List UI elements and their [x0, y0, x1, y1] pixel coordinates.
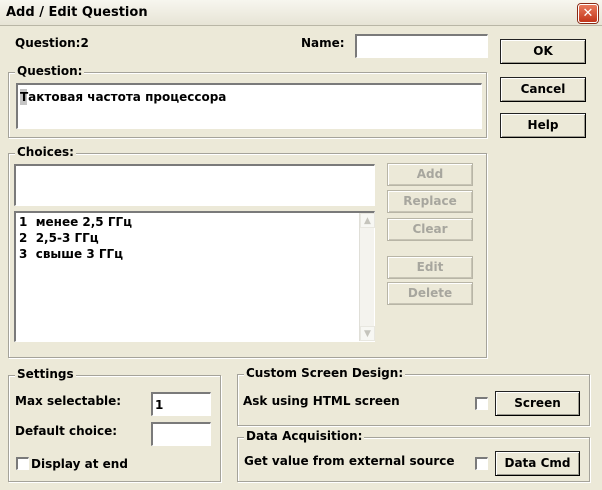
replace-button[interactable]: Replace	[387, 190, 473, 213]
list-item[interactable]: 3 свыше 3 ГГц	[19, 247, 123, 261]
question-number-label: Question:2	[15, 36, 89, 50]
choices-listbox[interactable]: 1 менее 2,5 ГГц 2 2,5-3 ГГц 3 свыше 3 ГГ…	[14, 211, 375, 342]
settings-legend: Settings	[15, 367, 76, 381]
custom-screen-legend: Custom Screen Design:	[244, 366, 406, 380]
data-acquisition-legend: Data Acquisition:	[244, 429, 365, 443]
question-textarea[interactable]: Тактовая частота процессора	[16, 83, 482, 129]
data-cmd-button[interactable]: Data Cmd	[495, 451, 580, 476]
list-item[interactable]: 1 менее 2,5 ГГц	[19, 215, 132, 229]
close-icon: ✕	[582, 6, 594, 21]
title-bar: Add / Edit Question ✕	[0, 0, 602, 26]
help-button[interactable]: Help	[500, 113, 586, 138]
close-button[interactable]: ✕	[578, 4, 598, 23]
choice-input[interactable]	[14, 164, 375, 206]
ask-html-label: Ask using HTML screen	[243, 394, 400, 408]
listbox-scrollbar[interactable]: ▲ ▼	[359, 213, 375, 341]
cancel-button[interactable]: Cancel	[500, 77, 586, 102]
max-selectable-label: Max selectable:	[15, 394, 122, 408]
external-source-label: Get value from external source	[244, 454, 455, 468]
default-choice-label: Default choice:	[15, 424, 118, 438]
list-item[interactable]: 2 2,5-3 ГГц	[19, 231, 99, 245]
choices-legend: Choices:	[15, 145, 76, 159]
delete-button[interactable]: Delete	[387, 282, 473, 305]
display-at-end-label: Display at end	[31, 457, 128, 471]
add-button[interactable]: Add	[387, 163, 473, 186]
screen-button[interactable]: Screen	[495, 391, 580, 416]
clear-button[interactable]: Clear	[387, 218, 473, 241]
edit-button[interactable]: Edit	[387, 256, 473, 279]
default-choice-input[interactable]	[151, 422, 211, 446]
display-at-end-checkbox[interactable]	[16, 457, 29, 470]
max-selectable-input[interactable]	[151, 392, 211, 416]
window-title: Add / Edit Question	[6, 5, 148, 20]
ask-html-checkbox[interactable]	[475, 397, 488, 410]
ok-button[interactable]: OK	[500, 39, 586, 64]
name-input[interactable]	[355, 34, 488, 58]
chevron-up-icon[interactable]: ▲	[360, 213, 375, 228]
question-text: Тактовая частота процессора	[20, 90, 227, 104]
external-source-checkbox[interactable]	[475, 457, 488, 470]
chevron-down-icon[interactable]: ▼	[360, 326, 375, 341]
question-legend: Question:	[15, 64, 85, 78]
name-label: Name:	[301, 36, 345, 50]
